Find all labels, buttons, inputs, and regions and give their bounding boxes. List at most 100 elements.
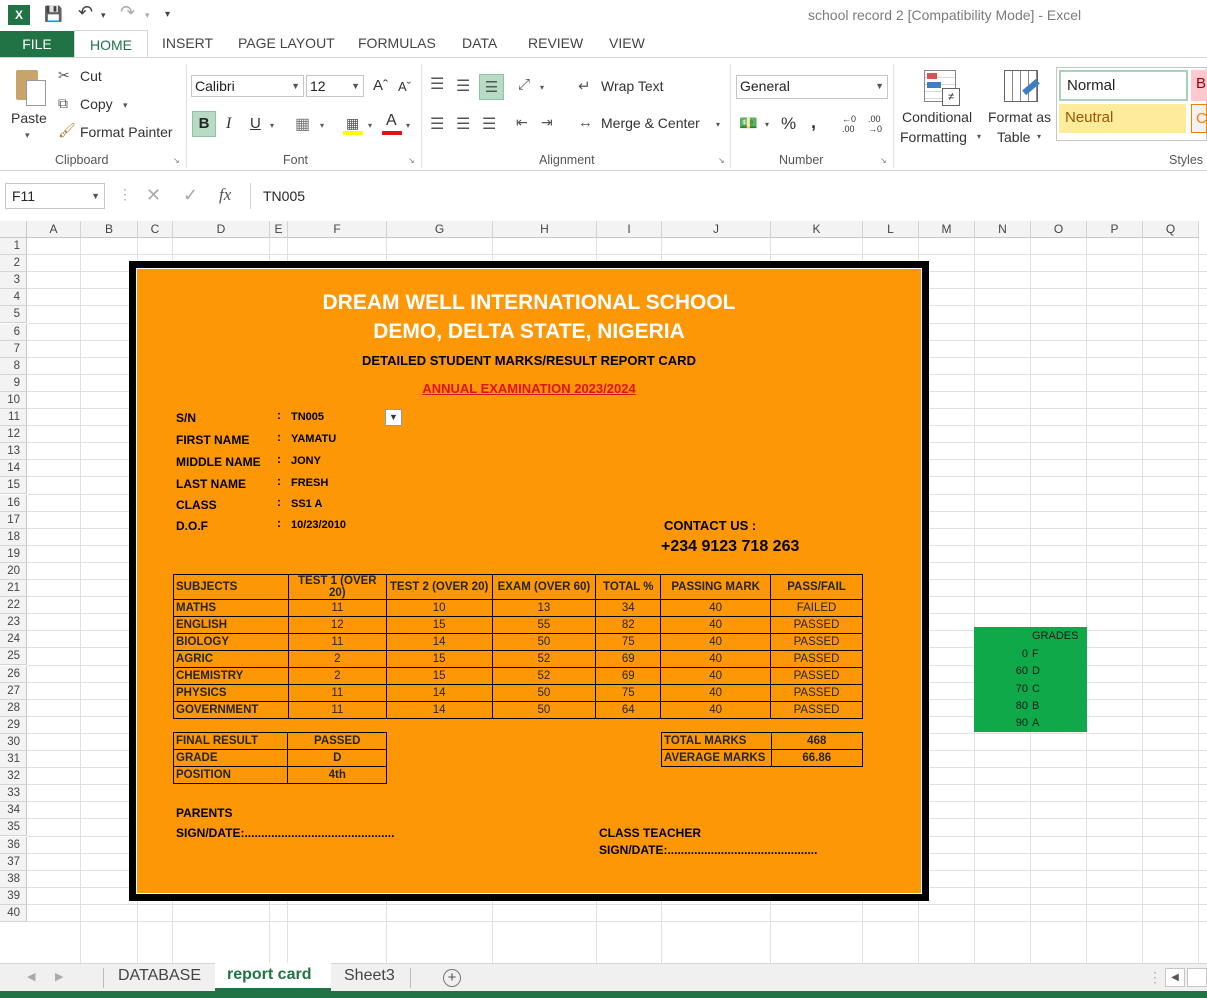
insert-function-icon[interactable]: fx	[219, 185, 231, 205]
scroll-next-sheet-icon[interactable]: ▶	[55, 970, 63, 983]
row-header-30[interactable]: 30	[0, 733, 27, 751]
horizontal-scrollbar[interactable]	[1187, 968, 1207, 987]
increase-decimal-icon[interactable]: ←0.00	[842, 114, 856, 134]
paste-dropdown-icon[interactable]: ▾	[25, 130, 30, 141]
format-as-table-label[interactable]: Format as	[988, 109, 1051, 125]
undo-dropdown-icon[interactable]: ▾	[101, 10, 106, 21]
column-header-i[interactable]: I	[597, 221, 662, 238]
column-header-q[interactable]: Q	[1143, 221, 1199, 238]
row-header-7[interactable]: 7	[0, 340, 27, 358]
borders-dropdown-icon[interactable]: ▾	[320, 121, 324, 130]
fill-color-icon[interactable]: ▦	[343, 114, 363, 136]
row-header-14[interactable]: 14	[0, 460, 27, 478]
format-table-dropdown-icon[interactable]: ▾	[1037, 132, 1041, 141]
format-as-table-label-2[interactable]: Table	[997, 129, 1030, 145]
cancel-icon[interactable]: ✕	[146, 185, 161, 206]
cut-icon[interactable]: ✂	[58, 67, 70, 84]
merge-dropdown-icon[interactable]: ▾	[716, 120, 720, 129]
row-header-8[interactable]: 8	[0, 357, 27, 375]
row-header-27[interactable]: 27	[0, 682, 27, 700]
format-painter-button[interactable]: Format Painter	[80, 124, 173, 140]
row-header-9[interactable]: 9	[0, 374, 27, 392]
sn-dropdown-button[interactable]: ▼	[385, 409, 402, 426]
font-launcher-icon[interactable]: ↘	[408, 156, 415, 165]
wrap-text-icon[interactable]: ↵	[578, 77, 591, 95]
column-header-p[interactable]: P	[1087, 221, 1143, 238]
merge-center-icon[interactable]: ↔	[578, 114, 593, 131]
conditional-formatting-label[interactable]: Conditional	[902, 109, 972, 125]
scroll-first-sheet-icon[interactable]: ◀	[27, 970, 35, 983]
comma-style-button[interactable]: ,	[811, 112, 816, 133]
row-header-16[interactable]: 16	[0, 494, 27, 512]
row-header-20[interactable]: 20	[0, 562, 27, 580]
row-header-6[interactable]: 6	[0, 323, 27, 341]
style-normal[interactable]: Normal	[1059, 70, 1188, 101]
tab-view[interactable]: VIEW	[609, 35, 645, 51]
row-header-3[interactable]: 3	[0, 272, 27, 290]
merge-center-button[interactable]: Merge & Center	[601, 115, 700, 131]
row-header-29[interactable]: 29	[0, 716, 27, 734]
row-header-31[interactable]: 31	[0, 751, 27, 769]
column-header-b[interactable]: B	[81, 221, 138, 238]
paste-button[interactable]: Paste	[11, 110, 47, 126]
scroll-left-button[interactable]: ◀	[1165, 968, 1185, 987]
row-header-33[interactable]: 33	[0, 785, 27, 803]
undo-icon[interactable]: ↶	[78, 2, 93, 23]
tab-home[interactable]: HOME	[74, 30, 148, 58]
underline-button[interactable]: U	[250, 115, 261, 132]
row-header-5[interactable]: 5	[0, 306, 27, 324]
tab-file[interactable]: FILE	[0, 31, 74, 58]
row-header-32[interactable]: 32	[0, 768, 27, 786]
column-header-j[interactable]: J	[662, 221, 771, 238]
enter-icon[interactable]: ✓	[183, 185, 198, 206]
row-header-39[interactable]: 39	[0, 887, 27, 905]
style-neutral[interactable]: Neutral	[1059, 104, 1186, 133]
wrap-text-button[interactable]: Wrap Text	[601, 78, 664, 94]
format-as-table-icon[interactable]	[1004, 70, 1042, 104]
underline-dropdown-icon[interactable]: ▾	[270, 121, 274, 130]
worksheet-grid[interactable]: ABCDEFGHIJKLMNOPQ 1 2 3 4 5 6 7 8 9 10 11 12 13 14 15 1…	[0, 221, 1207, 963]
tab-page-layout[interactable]: PAGE LAYOUT	[238, 35, 335, 51]
style-bad[interactable]: B	[1191, 70, 1207, 101]
row-header-11[interactable]: 11	[0, 409, 27, 427]
decrease-indent-icon[interactable]: ⇤	[516, 114, 528, 131]
cut-button[interactable]: Cut	[80, 68, 102, 84]
accounting-format-icon[interactable]: 💵	[739, 114, 758, 132]
row-header-21[interactable]: 21	[0, 580, 27, 598]
orientation-dropdown-icon[interactable]: ▾	[540, 83, 544, 92]
row-header-23[interactable]: 23	[0, 614, 27, 632]
customize-qat-icon[interactable]: ▾	[165, 9, 170, 20]
new-sheet-icon[interactable]: +	[443, 969, 461, 987]
increase-font-icon[interactable]: Aˆ	[373, 77, 388, 94]
accounting-dropdown-icon[interactable]: ▾	[765, 120, 769, 129]
row-header-17[interactable]: 17	[0, 511, 27, 529]
font-color-icon[interactable]: A	[382, 112, 402, 136]
borders-icon[interactable]: ▦	[295, 114, 310, 134]
column-header-a[interactable]: A	[27, 221, 81, 238]
sheet-tab-database[interactable]: DATABASE	[118, 967, 201, 985]
row-header-4[interactable]: 4	[0, 289, 27, 307]
copy-button[interactable]: Copy	[80, 96, 113, 112]
number-format-combo[interactable]: General ▼	[736, 75, 888, 99]
italic-button[interactable]: I	[226, 115, 231, 133]
bold-button[interactable]: B	[192, 111, 216, 137]
column-header-l[interactable]: L	[863, 221, 919, 238]
copy-icon[interactable]: ⧉	[58, 95, 68, 112]
paste-icon[interactable]	[12, 68, 46, 106]
number-launcher-icon[interactable]: ↘	[880, 156, 887, 165]
row-header-37[interactable]: 37	[0, 853, 27, 871]
clipboard-launcher-icon[interactable]: ↘	[173, 156, 180, 165]
font-name-combo[interactable]: Calibri ▼	[191, 75, 304, 97]
font-size-combo[interactable]: 12 ▼	[306, 75, 364, 97]
row-header-15[interactable]: 15	[0, 477, 27, 495]
row-header-2[interactable]: 2	[0, 255, 27, 273]
align-left-icon[interactable]: ☰	[430, 114, 444, 134]
tab-review[interactable]: REVIEW	[528, 35, 583, 51]
row-header-24[interactable]: 24	[0, 631, 27, 649]
decrease-decimal-icon[interactable]: .00 →0	[868, 114, 882, 134]
row-header-10[interactable]: 10	[0, 391, 27, 409]
align-center-icon[interactable]: ☰	[456, 114, 470, 134]
tab-insert[interactable]: INSERT	[162, 35, 213, 51]
orientation-icon[interactable]: ⤢	[518, 76, 530, 93]
row-header-12[interactable]: 12	[0, 426, 27, 444]
